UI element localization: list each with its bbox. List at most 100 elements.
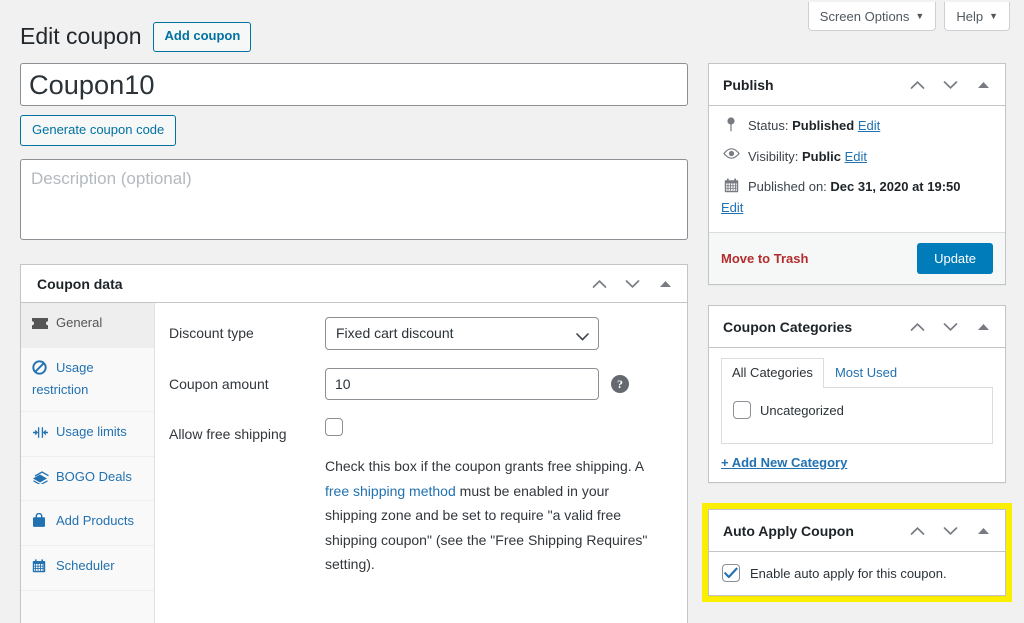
auto-apply-title: Auto Apply Coupon [723,522,854,539]
tab-bogo-deals[interactable]: BOGO Deals [21,457,154,502]
category-checklist: Uncategorized [721,387,993,445]
publish-handle-actions [907,75,993,95]
tab-add-products[interactable]: Add Products [21,501,154,547]
coupon-data-postbox: Coupon data General Usage restriction Us… [20,264,688,623]
calendar-icon [721,177,741,193]
tab-all-categories[interactable]: All Categories [721,358,824,389]
chevron-down-icon: ▼ [989,10,998,21]
main-content-column: Generate coupon code Coupon data [20,63,688,623]
generate-coupon-code-button[interactable]: Generate coupon code [20,115,177,147]
bag-icon [32,513,52,534]
screen-options-toggle[interactable]: Screen Options ▼ [807,2,937,31]
list-item: Uncategorized [733,401,982,420]
bogo-icon [32,470,52,490]
coupon-data-header: Coupon data [21,265,687,304]
free-shipping-method-link[interactable]: free shipping method [325,483,456,499]
wp-admin-edit-coupon-screen: Screen Options ▼ Help ▼ Edit coupon Add … [0,0,1024,623]
tab-scheduler[interactable]: Scheduler [21,546,154,592]
allow-free-shipping-row: Allow free shipping Check this box if th… [169,418,677,577]
ban-icon [32,360,52,381]
tab-bogo-deals-label: BOGO Deals [56,468,132,484]
categories-handle-actions [907,317,993,337]
tab-add-products-label: Add Products [56,513,135,529]
calendar-icon [32,559,52,579]
free-shipping-description: Check this box if the coupon grants free… [325,454,663,577]
publish-box-inner: Status: Published Edit Visibility: Publi… [709,106,1005,232]
auto-apply-highlight: Auto Apply Coupon Enable auto apply for … [702,503,1012,603]
coupon-code-input[interactable] [20,63,688,106]
allow-free-shipping-checkbox[interactable] [325,418,343,437]
page-title: Edit coupon [20,23,142,49]
auto-apply-checkbox[interactable] [722,564,740,583]
coupon-data-body: General Usage restriction Usage limits B… [21,303,687,623]
help-toggle[interactable]: Help ▼ [944,2,1010,31]
published-on-line: Published on: Dec 31, 2020 at 19:50 Edit [721,177,993,217]
tab-general[interactable]: General [21,303,154,349]
coupon-data-title: Coupon data [37,275,123,292]
coupon-description-textarea[interactable] [20,159,688,241]
move-down-icon[interactable] [940,317,960,337]
status-edit-link[interactable]: Edit [858,118,880,133]
auto-apply-handle-actions [907,521,993,541]
move-to-trash-link[interactable]: Move to Trash [721,251,808,266]
auto-apply-header: Auto Apply Coupon [709,510,1005,553]
help-tip-icon[interactable]: ? [611,375,629,394]
eye-icon [721,147,741,159]
published-on-edit-link[interactable]: Edit [721,200,743,215]
help-label: Help [956,8,984,24]
move-down-icon[interactable] [622,274,642,294]
discount-type-select[interactable]: Fixed cart discount [325,317,599,351]
chevron-down-icon: ▼ [915,10,925,21]
visibility-value: Public [801,148,841,164]
auto-apply-coupon-box: Auto Apply Coupon Enable auto apply for … [708,509,1006,597]
tab-scheduler-label: Scheduler [56,558,115,574]
move-up-icon[interactable] [907,317,927,337]
category-checkbox-uncategorized[interactable] [733,401,751,420]
toggle-panel-icon[interactable] [973,75,993,95]
postbox-handle-actions [589,274,675,294]
toggle-panel-icon[interactable] [973,317,993,337]
publish-box-title: Publish [723,76,774,93]
discount-type-row: Discount type Fixed cart discount [169,317,677,351]
screen-meta-links: Screen Options ▼ Help ▼ [807,2,1010,31]
coupon-amount-row: Coupon amount ? [169,368,677,401]
free-shipping-desc-before: Check this box if the coupon grants free… [325,458,644,475]
screen-options-label: Screen Options [819,8,910,24]
discount-type-label: Discount type [169,325,254,342]
general-tab-panel: Discount type Fixed cart discount Coupon… [155,303,687,623]
published-on-label: Published on: [748,179,827,194]
auto-apply-row: Enable auto apply for this coupon. [709,552,1005,595]
coupon-categories-title: Coupon Categories [723,318,853,335]
tab-most-used[interactable]: Most Used [824,358,908,388]
category-tab-list: All Categories Most Used [721,358,993,389]
pin-icon [721,116,741,132]
update-button[interactable]: Update [917,243,993,274]
page-header: Edit coupon Add coupon [20,22,252,52]
tab-usage-limits[interactable]: Usage limits [21,412,154,457]
publish-box-header: Publish [709,64,1005,106]
allow-free-shipping-label: Allow free shipping [169,426,287,443]
move-up-icon[interactable] [907,521,927,541]
move-down-icon[interactable] [940,521,960,541]
coupon-categories-box: Coupon Categories All Categories Most Us… [708,305,1006,484]
visibility-line: Visibility: Public Edit [721,147,993,167]
coupon-amount-input[interactable] [325,368,599,401]
move-down-icon[interactable] [940,75,960,95]
ticket-icon [32,317,52,336]
coupon-amount-label: Coupon amount [169,376,269,393]
status-line: Status: Published Edit [721,116,993,136]
add-new-category-link[interactable]: + Add New Category [721,455,993,470]
tab-usage-limits-label: Usage limits [56,423,127,439]
tab-usage-restriction[interactable]: Usage restriction [21,348,154,412]
toggle-panel-icon[interactable] [655,274,675,294]
tab-general-label: General [56,315,103,331]
coupon-categories-header: Coupon Categories [709,306,1005,348]
check-icon [724,567,738,579]
toggle-panel-icon[interactable] [973,521,993,541]
publish-box-footer: Move to Trash Update [709,232,1005,284]
move-up-icon[interactable] [907,75,927,95]
visibility-edit-link[interactable]: Edit [845,149,867,164]
add-coupon-button[interactable]: Add coupon [153,22,252,52]
move-up-icon[interactable] [589,274,609,294]
status-value: Published [792,118,855,133]
